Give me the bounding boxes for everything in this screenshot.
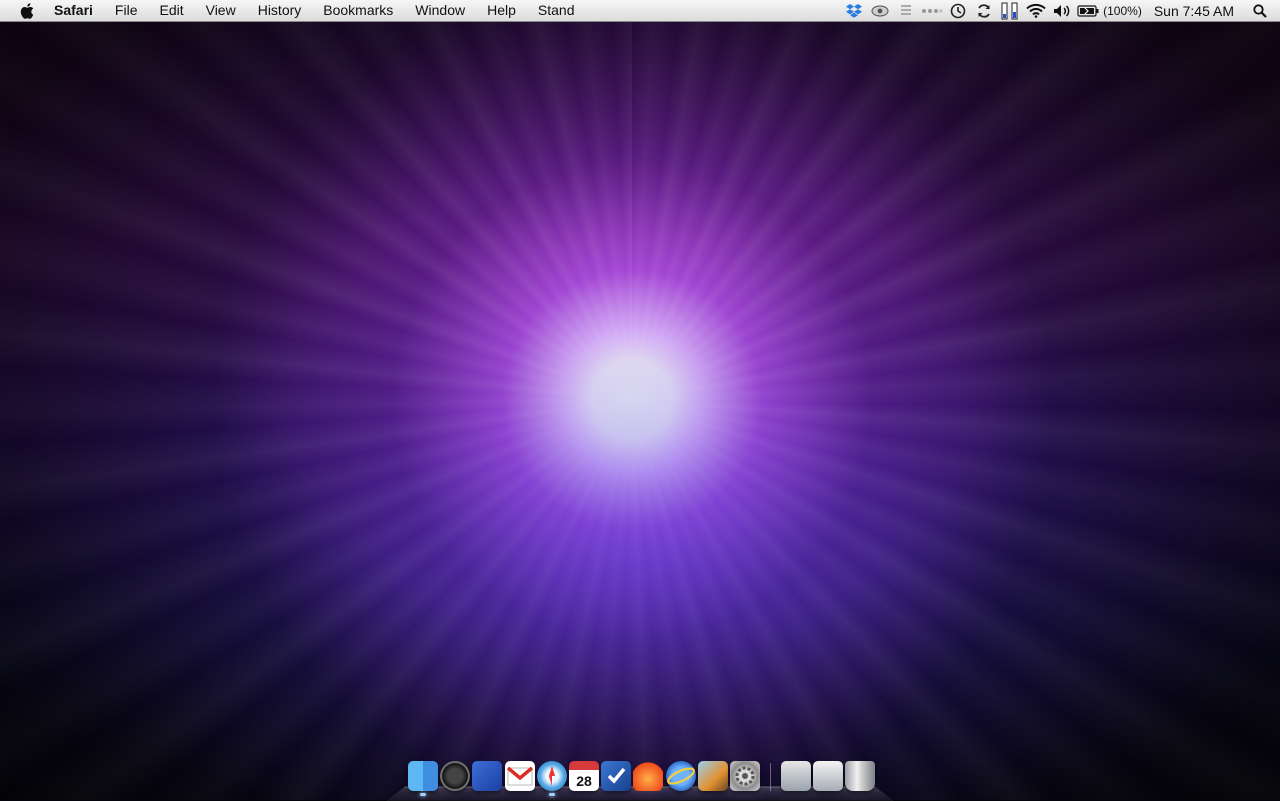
things-icon[interactable]	[601, 761, 632, 791]
iphoto-icon[interactable]	[697, 761, 728, 791]
documents-stack-icon[interactable]	[781, 761, 812, 791]
menu-bookmarks[interactable]: Bookmarks	[312, 0, 404, 21]
list-icon[interactable]	[893, 0, 919, 21]
menu-view[interactable]: View	[195, 0, 247, 21]
gmail-icon[interactable]	[504, 761, 535, 791]
sync-icon[interactable]	[971, 0, 997, 21]
browser-globe-icon[interactable]	[665, 761, 696, 791]
battery-percentage[interactable]: (100%)	[1101, 4, 1150, 18]
running-indicator	[420, 793, 426, 796]
trash-icon[interactable]	[845, 761, 876, 791]
spaces-icon[interactable]	[472, 761, 503, 791]
menu-clock[interactable]: Sun 7:45 AM	[1150, 3, 1246, 19]
dock-separator	[770, 763, 772, 791]
dropbox-icon[interactable]	[841, 0, 867, 21]
menu-bar: Safari File Edit View History Bookmarks …	[0, 0, 1280, 22]
bluetooth-dots-icon[interactable]	[919, 0, 945, 21]
usage-bars-icon[interactable]	[997, 0, 1023, 21]
menu-edit[interactable]: Edit	[148, 0, 194, 21]
dashboard-icon[interactable]	[440, 761, 471, 791]
spotlight-search-icon[interactable]	[1246, 0, 1274, 21]
battery-icon[interactable]	[1075, 0, 1101, 21]
apple-logo-icon[interactable]	[18, 2, 36, 20]
dock: 28	[408, 757, 878, 796]
menu-file[interactable]: File	[104, 0, 149, 21]
time-machine-icon[interactable]	[945, 0, 971, 21]
wifi-icon[interactable]	[1023, 0, 1049, 21]
wallpaper-vignette	[0, 0, 1280, 800]
status-menu-area: (100%) Sun 7:45 AM	[841, 0, 1280, 21]
finder-icon[interactable]	[408, 761, 438, 796]
menu-app-safari[interactable]: Safari	[54, 0, 104, 21]
ical-icon[interactable]: 28	[568, 761, 599, 791]
safari-icon[interactable]	[536, 761, 567, 796]
menu-help[interactable]: Help	[476, 0, 527, 21]
eye-icon[interactable]	[867, 0, 893, 21]
menu-history[interactable]: History	[247, 0, 313, 21]
running-indicator	[548, 793, 555, 796]
ical-date: 28	[576, 773, 592, 789]
system-preferences-icon[interactable]	[729, 761, 760, 791]
volume-icon[interactable]	[1049, 0, 1075, 21]
flower-app-icon[interactable]	[633, 761, 664, 791]
downloads-stack-icon[interactable]	[813, 761, 844, 791]
menu-stand[interactable]: Stand	[527, 0, 586, 21]
menu-window[interactable]: Window	[404, 0, 476, 21]
